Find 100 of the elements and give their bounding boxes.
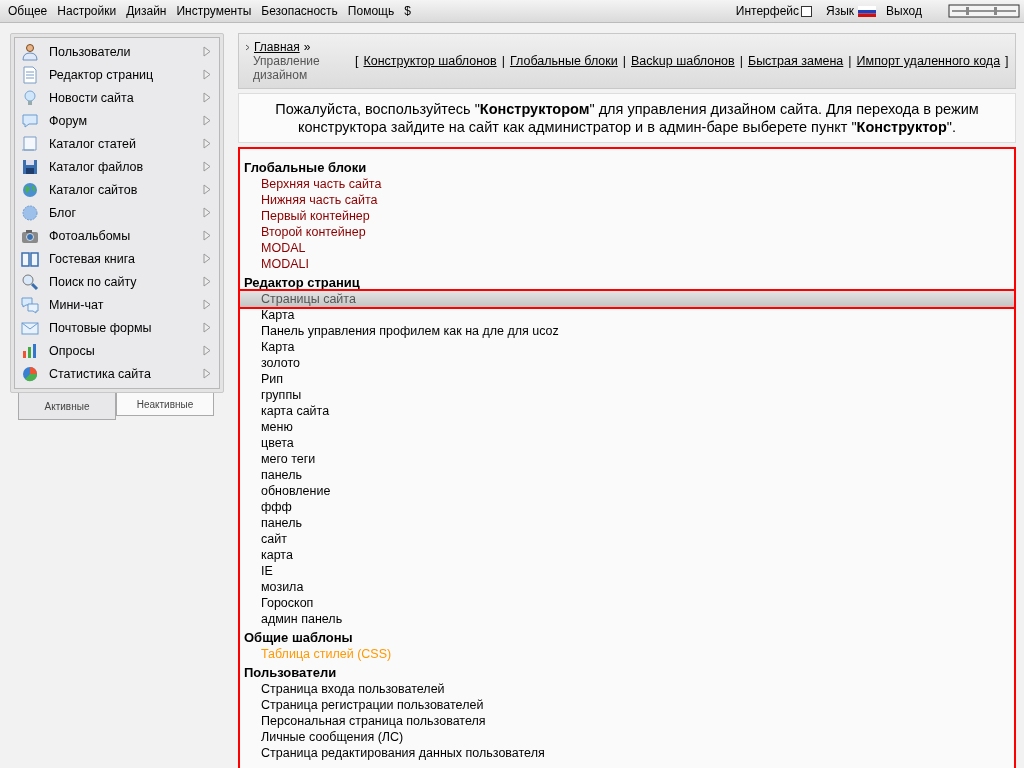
template-link[interactable]: Панель управления профилем как на дле для ucoz [244, 323, 1014, 339]
template-link[interactable]: Страницы сайта [240, 291, 1014, 307]
template-link[interactable]: панель [244, 515, 1014, 531]
globe-icon [21, 180, 39, 199]
template-link[interactable]: Личные сообщения (ЛС) [244, 729, 1014, 745]
template-link[interactable]: Гороскоп [244, 595, 1014, 611]
sidebar-item[interactable]: Форум [49, 113, 203, 128]
menu-item[interactable]: Настройки [57, 4, 117, 18]
template-link[interactable]: мего теги [244, 451, 1014, 467]
header-link[interactable]: Быстрая замена [747, 54, 844, 68]
template-link[interactable]: Карта [244, 339, 1014, 355]
template-link[interactable]: IE [244, 563, 1014, 579]
template-link[interactable]: Персональная страница пользователя [244, 713, 1014, 729]
sidebar-tab[interactable]: Активные [18, 393, 116, 420]
menu-item[interactable]: Помощь [347, 4, 395, 18]
menu-item[interactable]: Общее [8, 4, 48, 18]
expand-arrow-icon[interactable] [203, 207, 211, 218]
sidebar-item[interactable]: Пользователи [49, 44, 203, 59]
sidebar-item[interactable]: Гостевая книга [49, 251, 203, 266]
expand-arrow-icon[interactable] [203, 253, 211, 264]
template-link[interactable]: золото [244, 355, 1014, 371]
group-heading: Редактор страниц [244, 274, 361, 291]
link-divider: | [848, 54, 852, 68]
expand-arrow-icon[interactable] [203, 276, 211, 287]
template-link[interactable]: админ панель [244, 611, 1014, 627]
expand-arrow-icon[interactable] [203, 368, 211, 379]
sidebar-item[interactable]: Каталог статей [49, 136, 203, 151]
expand-arrow-icon[interactable] [203, 184, 211, 195]
menu-item[interactable]: Инструменты [176, 4, 252, 18]
bracket-text: [ [355, 54, 359, 68]
sidebar-item[interactable]: Новости сайта [49, 90, 203, 105]
template-link[interactable]: Карта [244, 307, 1014, 323]
expand-arrow-icon[interactable] [203, 115, 211, 126]
expand-arrow-icon[interactable] [203, 345, 211, 356]
chat-bubbles-icon [21, 295, 39, 314]
current-page-title: Управление дизайном [253, 54, 321, 82]
template-link[interactable]: MODALI [244, 256, 1014, 272]
template-link[interactable]: сайт [244, 531, 1014, 547]
document-icon [21, 65, 39, 84]
menu-item[interactable]: $ [404, 4, 411, 18]
logout-link[interactable]: Выход [886, 4, 922, 18]
template-link[interactable]: меню [244, 419, 1014, 435]
menu-item[interactable]: Безопасность [261, 4, 338, 18]
expand-arrow-icon[interactable] [203, 46, 211, 57]
template-link[interactable]: Первый контейнер [244, 208, 1014, 224]
interface-checkbox[interactable] [801, 5, 813, 17]
person-icon [21, 42, 39, 61]
sidebar-item[interactable]: Редактор страниц [49, 67, 203, 82]
template-link[interactable]: Страница входа пользователей [244, 681, 1014, 697]
header-link[interactable]: Импорт удаленного кода [856, 54, 1001, 68]
template-link[interactable]: Верхняя часть сайта [244, 176, 1014, 192]
notice-text: Пожалуйста, воспользуйтесь "Конструктором" для управления дизайном сайта. Для перехода в режим конструктора зайдите на сайт как администратор и в админ-баре выберете пункт "Конструктор". [274, 100, 980, 136]
interface-label: Интерфейс [735, 4, 800, 18]
sidebar-item[interactable]: Статистика сайта [49, 366, 203, 381]
sidebar-tab[interactable]: Неактивные [116, 393, 214, 416]
header-link[interactable]: Backup шаблонов [631, 54, 735, 68]
sidebar-item[interactable]: Каталог сайтов [49, 182, 203, 197]
group-heading: Общие шаблоны [244, 629, 354, 646]
home-link[interactable]: Главная [254, 40, 300, 54]
expand-arrow-icon[interactable] [203, 161, 211, 172]
template-link[interactable]: ффф [244, 499, 1014, 515]
expand-arrow-icon[interactable] [203, 299, 211, 310]
sidebar-item[interactable]: Поиск по сайту [49, 274, 203, 289]
link-divider: | [501, 54, 505, 68]
template-link[interactable]: мозила [244, 579, 1014, 595]
expand-arrow-icon[interactable] [203, 322, 211, 333]
template-link[interactable]: Страница регистрации пользователей [244, 697, 1014, 713]
sidebar-item[interactable]: Фотоальбомы [49, 228, 203, 243]
book-icon [21, 249, 39, 268]
header-link[interactable]: Конструктор шаблонов [363, 54, 497, 68]
template-link[interactable]: панель [244, 467, 1014, 483]
flag-icon[interactable] [858, 5, 877, 17]
sidebar-item[interactable]: Мини-чат [49, 297, 203, 312]
expand-arrow-icon[interactable] [203, 138, 211, 149]
expand-arrow-icon[interactable] [203, 230, 211, 241]
lightbulb-icon [21, 88, 39, 107]
sidebar-item[interactable]: Каталог файлов [49, 159, 203, 174]
magnifier-icon [21, 272, 39, 291]
sidebar-item[interactable]: Блог [49, 205, 203, 220]
sidebar-item[interactable]: Почтовые формы [49, 320, 203, 335]
group-heading: Пользователи [244, 664, 338, 681]
breadcrumb-separator: » [303, 40, 311, 54]
link-divider: | [739, 54, 743, 68]
expand-arrow-icon[interactable] [203, 92, 211, 103]
template-link[interactable]: Нижняя часть сайта [244, 192, 1014, 208]
template-link[interactable]: группы [244, 387, 1014, 403]
template-link[interactable]: карта сайта [244, 403, 1014, 419]
template-link[interactable]: Страница редактирования данных пользователя [244, 745, 1014, 761]
template-link[interactable]: обновление [244, 483, 1014, 499]
header-link[interactable]: Глобальные блоки [509, 54, 618, 68]
template-link[interactable]: карта [244, 547, 1014, 563]
width-slider-icon[interactable] [948, 4, 1020, 18]
template-link[interactable]: Рип [244, 371, 1014, 387]
menu-item[interactable]: Дизайн [126, 4, 167, 18]
template-link[interactable]: цвета [244, 435, 1014, 451]
template-link[interactable]: Второй контейнер [244, 224, 1014, 240]
template-link[interactable]: MODAL [244, 240, 1014, 256]
expand-arrow-icon[interactable] [203, 69, 211, 80]
bullet-icon [245, 43, 250, 51]
sidebar-item[interactable]: Опросы [49, 343, 203, 358]
